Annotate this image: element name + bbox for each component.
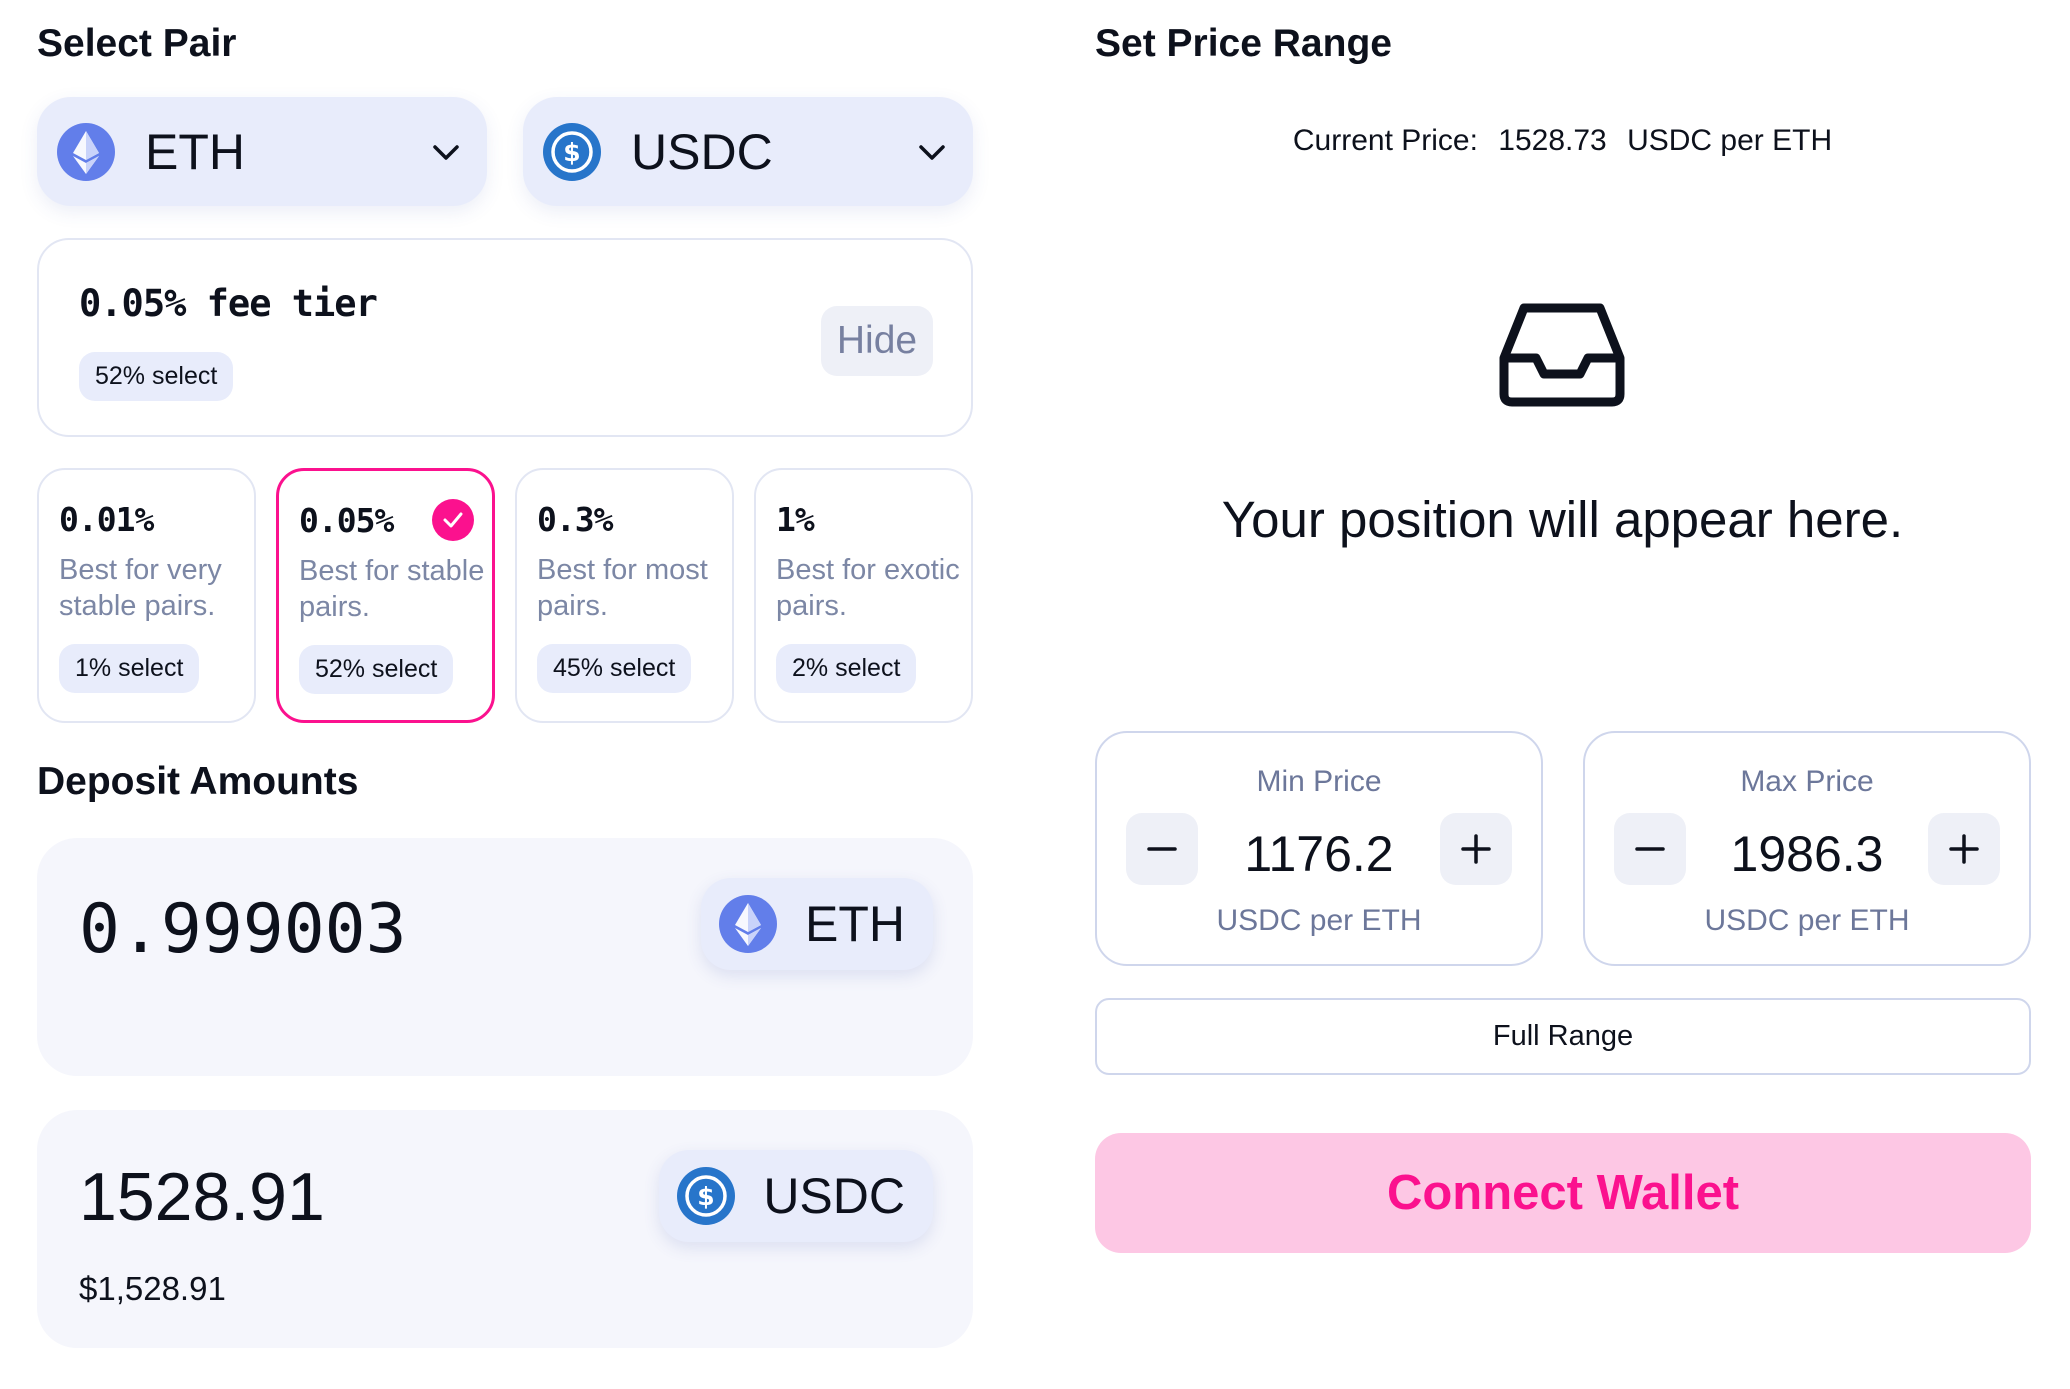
svg-text:$: $ (698, 1182, 715, 1211)
token-a-symbol: ETH (145, 123, 245, 180)
fee-tier-select-badge: 52% select (299, 645, 454, 694)
svg-text:$: $ (563, 138, 580, 167)
fee-tier-option-1[interactable]: 1% Best for exotic pairs. 2% select (754, 468, 973, 723)
connect-wallet-button[interactable]: Connect Wallet (1095, 1133, 2031, 1253)
token-a-selector[interactable]: ETH (37, 97, 487, 206)
eth-icon (719, 895, 777, 953)
deposit-usd-value: $1,528.91 (79, 1270, 226, 1307)
check-icon (432, 499, 474, 541)
deposit-usdc-token[interactable]: $ USDC (659, 1150, 933, 1242)
set-price-range-title: Set Price Range (1095, 22, 1392, 65)
max-price-label: Max Price (1740, 765, 1874, 798)
fee-tier-option-0-3[interactable]: 0.3% Best for most pairs. 45% select (515, 468, 734, 723)
deposit-usdc-box: 1528.91 $ USDC $1,528.91 (37, 1110, 973, 1348)
usdc-icon: $ (543, 122, 601, 181)
fee-tier-percent: 0.05% (299, 501, 394, 540)
fee-tier-select-badge: 1% select (59, 644, 200, 693)
fee-tier-select-badge: 45% select (537, 644, 692, 693)
deposit-eth-box: 0.999003 ETH (37, 838, 973, 1076)
min-price-increment-button[interactable] (1440, 813, 1512, 885)
empty-position-message: Your position will appear here. (1221, 491, 1904, 548)
eth-icon (57, 122, 115, 181)
fee-tier-description: Best for exotic pairs. (776, 554, 960, 622)
add-liquidity-page: Select Pair ETH $ USDC 0.05% fee tier 52… (0, 0, 2070, 1389)
inbox-icon (1499, 303, 1625, 407)
current-price-value: 1528.73 (1498, 124, 1607, 157)
fee-tier-summary: 0.05% fee tier 52% select Hide (37, 238, 973, 437)
fee-tier-percent: 0.01% (59, 500, 154, 539)
fee-tier-select-badge: 2% select (776, 644, 917, 693)
fee-tier-description: Best for very stable pairs. (59, 554, 222, 622)
min-price-box: Min Price 1176.2 USDC per ETH (1095, 731, 1543, 966)
fee-tier-option-0-05[interactable]: 0.05% Best for stable pairs. 52% select (276, 468, 495, 723)
plus-icon (1949, 834, 1979, 864)
deposit-eth-token[interactable]: ETH (701, 878, 933, 970)
min-price-label: Min Price (1256, 765, 1382, 798)
fee-tier-title: 0.05% fee tier (79, 282, 378, 325)
deposit-eth-input[interactable]: 0.999003 (79, 890, 407, 969)
current-price-label: Current Price: (1292, 124, 1478, 157)
token-b-symbol: USDC (631, 123, 773, 180)
deposit-usdc-symbol: USDC (763, 1168, 905, 1224)
hide-button[interactable]: Hide (821, 306, 933, 376)
fee-tier-select-badge: 52% select (79, 352, 234, 401)
max-price-box: Max Price 1986.3 USDC per ETH (1583, 731, 2031, 966)
usdc-icon: $ (677, 1167, 736, 1225)
min-price-unit: USDC per ETH (1216, 904, 1422, 937)
full-range-button[interactable]: Full Range (1095, 998, 2031, 1075)
fee-tier-percent: 1% (776, 500, 815, 539)
deposit-amounts-title: Deposit Amounts (37, 760, 359, 803)
fee-tier-option-0-01[interactable]: 0.01% Best for very stable pairs. 1% sel… (37, 468, 256, 723)
max-price-increment-button[interactable] (1928, 813, 2000, 885)
fee-tier-description: Best for stable pairs. (299, 555, 485, 623)
max-price-unit: USDC per ETH (1704, 904, 1910, 937)
fee-tier-percent: 0.3% (537, 500, 613, 539)
select-pair-title: Select Pair (37, 22, 237, 65)
current-price-unit: USDC per ETH (1627, 124, 1833, 157)
deposit-eth-symbol: ETH (805, 896, 905, 952)
deposit-usdc-input[interactable]: 1528.91 (79, 1158, 325, 1236)
plus-icon (1461, 834, 1491, 864)
chevron-down-icon (433, 145, 459, 160)
current-price: Current Price: 1528.73 USDC per ETH (1095, 124, 2030, 158)
fee-tier-description: Best for most pairs. (537, 554, 708, 622)
chevron-down-icon (919, 145, 945, 160)
token-b-selector[interactable]: $ USDC (523, 97, 973, 206)
